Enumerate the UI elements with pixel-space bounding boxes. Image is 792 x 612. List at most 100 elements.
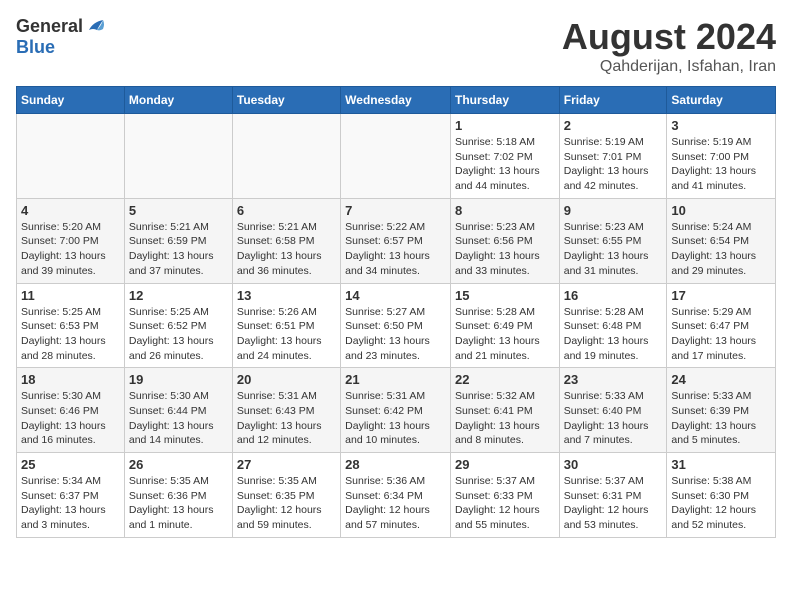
calendar-cell: 12 Sunrise: 5:25 AMSunset: 6:52 PMDayligh… <box>124 283 232 368</box>
weekday-wednesday: Wednesday <box>341 87 451 114</box>
weekday-sunday: Sunday <box>17 87 125 114</box>
calendar-cell: 22 Sunrise: 5:32 AMSunset: 6:41 PMDayligh… <box>450 368 559 453</box>
day-number: 25 <box>21 457 120 472</box>
calendar-cell <box>232 114 340 199</box>
day-number: 14 <box>345 288 446 303</box>
calendar-cell: 29 Sunrise: 5:37 AMSunset: 6:33 PMDayligh… <box>450 453 559 538</box>
day-info: Sunrise: 5:33 AMSunset: 6:40 PMDaylight:… <box>564 389 663 448</box>
calendar-cell: 11Sunrise: 5:25 AMSunset: 6:53 PMDayligh… <box>17 283 125 368</box>
day-number: 22 <box>455 372 555 387</box>
weekday-saturday: Saturday <box>667 87 776 114</box>
calendar-cell: 5Sunrise: 5:21 AMSunset: 6:59 PMDaylight… <box>124 198 232 283</box>
calendar-cell: 7Sunrise: 5:22 AMSunset: 6:57 PMDaylight… <box>341 198 451 283</box>
calendar-cell: 30Sunrise: 5:37 AMSunset: 6:31 PMDayligh… <box>559 453 667 538</box>
calendar-cell: 14 Sunrise: 5:27 AMSunset: 6:50 PMDayligh… <box>341 283 451 368</box>
day-number: 1 <box>455 118 555 133</box>
title-block: August 2024 Qahderijan, Isfahan, Iran <box>562 16 776 76</box>
day-number: 4 <box>21 203 120 218</box>
day-number: 3 <box>671 118 771 133</box>
day-info: Sunrise: 5:30 AMSunset: 6:46 PMDaylight:… <box>21 389 120 448</box>
calendar-cell: 9 Sunrise: 5:23 AMSunset: 6:55 PMDaylight… <box>559 198 667 283</box>
calendar-cell: 13 Sunrise: 5:26 AMSunset: 6:51 PMDayligh… <box>232 283 340 368</box>
day-number: 6 <box>237 203 336 218</box>
calendar-cell: 2 Sunrise: 5:19 AMSunset: 7:01 PMDaylight… <box>559 114 667 199</box>
page-header: General Blue August 2024 Qahderijan, Isf… <box>16 16 776 76</box>
day-number: 17 <box>671 288 771 303</box>
day-number: 13 <box>237 288 336 303</box>
day-number: 26 <box>129 457 228 472</box>
calendar-week-5: 25Sunrise: 5:34 AMSunset: 6:37 PMDayligh… <box>17 453 776 538</box>
day-info: Sunrise: 5:23 AMSunset: 6:56 PMDaylight:… <box>455 220 555 279</box>
day-number: 18 <box>21 372 120 387</box>
location-subtitle: Qahderijan, Isfahan, Iran <box>562 58 776 76</box>
calendar-cell: 20Sunrise: 5:31 AMSunset: 6:43 PMDayligh… <box>232 368 340 453</box>
day-number: 2 <box>564 118 663 133</box>
calendar-cell: 31 Sunrise: 5:38 AMSunset: 6:30 PMDayligh… <box>667 453 776 538</box>
day-number: 5 <box>129 203 228 218</box>
calendar-cell: 15Sunrise: 5:28 AMSunset: 6:49 PMDayligh… <box>450 283 559 368</box>
day-info: Sunrise: 5:36 AMSunset: 6:34 PMDaylight:… <box>345 474 446 533</box>
day-info: Sunrise: 5:27 AMSunset: 6:50 PMDaylight:… <box>345 305 446 364</box>
calendar-cell <box>124 114 232 199</box>
day-info: Sunrise: 5:19 AMSunset: 7:00 PMDaylight:… <box>671 135 771 194</box>
day-number: 29 <box>455 457 555 472</box>
day-info: Sunrise: 5:38 AMSunset: 6:30 PMDaylight:… <box>671 474 771 533</box>
calendar-cell: 4Sunrise: 5:20 AMSunset: 7:00 PMDaylight… <box>17 198 125 283</box>
calendar-week-4: 18 Sunrise: 5:30 AMSunset: 6:46 PMDayligh… <box>17 368 776 453</box>
day-info: Sunrise: 5:26 AMSunset: 6:51 PMDaylight:… <box>237 305 336 364</box>
day-number: 31 <box>671 457 771 472</box>
day-number: 19 <box>129 372 228 387</box>
calendar-cell: 28Sunrise: 5:36 AMSunset: 6:34 PMDayligh… <box>341 453 451 538</box>
calendar-cell: 26 Sunrise: 5:35 AMSunset: 6:36 PMDayligh… <box>124 453 232 538</box>
day-info: Sunrise: 5:31 AMSunset: 6:42 PMDaylight:… <box>345 389 446 448</box>
day-number: 27 <box>237 457 336 472</box>
day-info: Sunrise: 5:37 AMSunset: 6:31 PMDaylight:… <box>564 474 663 533</box>
calendar-cell: 10Sunrise: 5:24 AMSunset: 6:54 PMDayligh… <box>667 198 776 283</box>
day-info: Sunrise: 5:30 AMSunset: 6:44 PMDaylight:… <box>129 389 228 448</box>
calendar-body: 1 Sunrise: 5:18 AMSunset: 7:02 PMDaylight… <box>17 114 776 538</box>
day-number: 9 <box>564 203 663 218</box>
day-info: Sunrise: 5:37 AMSunset: 6:33 PMDaylight:… <box>455 474 555 533</box>
weekday-monday: Monday <box>124 87 232 114</box>
weekday-friday: Friday <box>559 87 667 114</box>
weekday-tuesday: Tuesday <box>232 87 340 114</box>
day-info: Sunrise: 5:21 AMSunset: 6:58 PMDaylight:… <box>237 220 336 279</box>
day-info: Sunrise: 5:23 AMSunset: 6:55 PMDaylight:… <box>564 220 663 279</box>
day-number: 8 <box>455 203 555 218</box>
logo: General Blue <box>16 16 109 58</box>
calendar-cell: 23 Sunrise: 5:33 AMSunset: 6:40 PMDayligh… <box>559 368 667 453</box>
logo-bird-icon <box>85 16 107 38</box>
calendar-week-2: 4Sunrise: 5:20 AMSunset: 7:00 PMDaylight… <box>17 198 776 283</box>
calendar-cell: 8 Sunrise: 5:23 AMSunset: 6:56 PMDaylight… <box>450 198 559 283</box>
weekday-header-row: SundayMondayTuesdayWednesdayThursdayFrid… <box>17 87 776 114</box>
day-info: Sunrise: 5:32 AMSunset: 6:41 PMDaylight:… <box>455 389 555 448</box>
calendar-cell: 17 Sunrise: 5:29 AMSunset: 6:47 PMDayligh… <box>667 283 776 368</box>
weekday-thursday: Thursday <box>450 87 559 114</box>
calendar-cell: 18 Sunrise: 5:30 AMSunset: 6:46 PMDayligh… <box>17 368 125 453</box>
calendar-week-1: 1 Sunrise: 5:18 AMSunset: 7:02 PMDaylight… <box>17 114 776 199</box>
calendar-cell: 24Sunrise: 5:33 AMSunset: 6:39 PMDayligh… <box>667 368 776 453</box>
calendar-cell: 27Sunrise: 5:35 AMSunset: 6:35 PMDayligh… <box>232 453 340 538</box>
calendar-week-3: 11Sunrise: 5:25 AMSunset: 6:53 PMDayligh… <box>17 283 776 368</box>
day-number: 23 <box>564 372 663 387</box>
day-info: Sunrise: 5:25 AMSunset: 6:52 PMDaylight:… <box>129 305 228 364</box>
day-number: 10 <box>671 203 771 218</box>
logo-text: General Blue <box>16 16 109 58</box>
day-info: Sunrise: 5:33 AMSunset: 6:39 PMDaylight:… <box>671 389 771 448</box>
day-info: Sunrise: 5:28 AMSunset: 6:49 PMDaylight:… <box>455 305 555 364</box>
day-number: 20 <box>237 372 336 387</box>
calendar-cell <box>17 114 125 199</box>
day-info: Sunrise: 5:19 AMSunset: 7:01 PMDaylight:… <box>564 135 663 194</box>
day-info: Sunrise: 5:29 AMSunset: 6:47 PMDaylight:… <box>671 305 771 364</box>
calendar-table: SundayMondayTuesdayWednesdayThursdayFrid… <box>16 86 776 538</box>
calendar-cell: 19 Sunrise: 5:30 AMSunset: 6:44 PMDayligh… <box>124 368 232 453</box>
logo-blue: Blue <box>16 38 109 58</box>
day-number: 16 <box>564 288 663 303</box>
day-info: Sunrise: 5:28 AMSunset: 6:48 PMDaylight:… <box>564 305 663 364</box>
calendar-cell: 21Sunrise: 5:31 AMSunset: 6:42 PMDayligh… <box>341 368 451 453</box>
month-year-title: August 2024 <box>562 16 776 58</box>
day-number: 11 <box>21 288 120 303</box>
day-info: Sunrise: 5:18 AMSunset: 7:02 PMDaylight:… <box>455 135 555 194</box>
day-info: Sunrise: 5:35 AMSunset: 6:36 PMDaylight:… <box>129 474 228 533</box>
day-number: 12 <box>129 288 228 303</box>
